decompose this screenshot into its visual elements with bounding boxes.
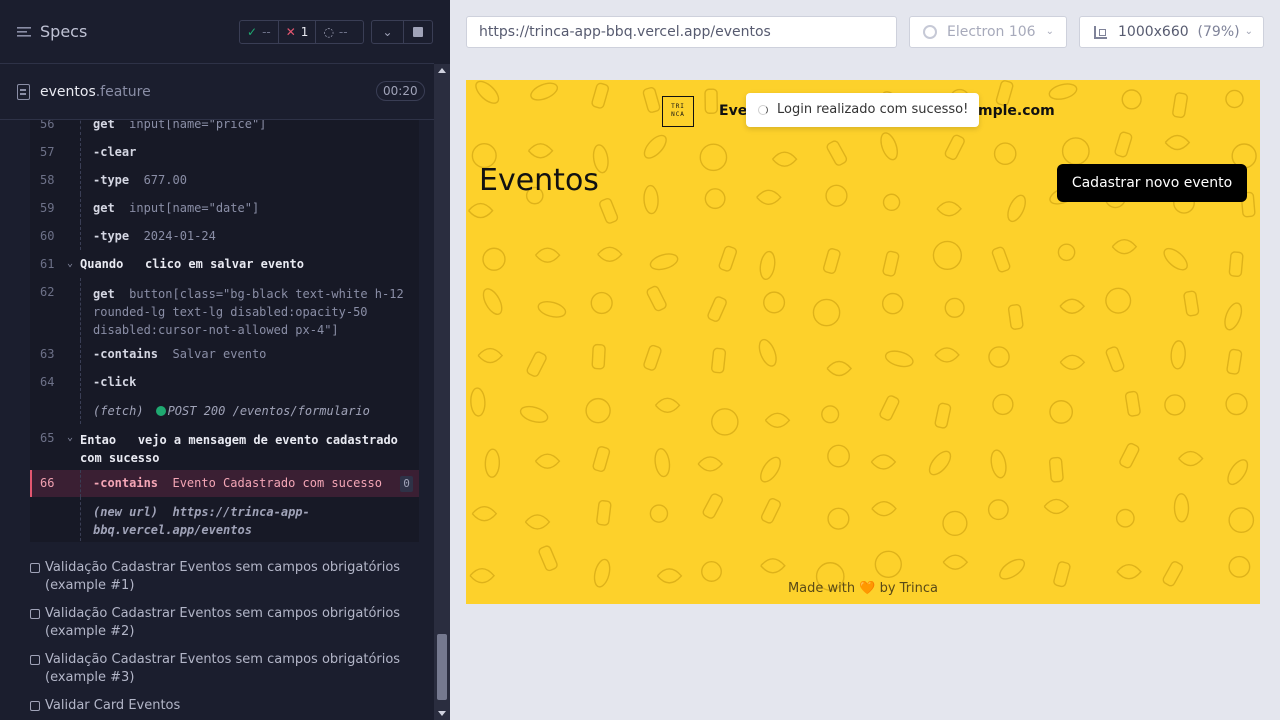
failed-command-row[interactable]: 66 -contains Evento Cadastrado com suces…	[30, 470, 419, 497]
new-url-event-row[interactable]: (new url) https://trinca-app-bbq.vercel.…	[30, 497, 419, 541]
viewport-selector[interactable]: 1000x660 (79%) ⌄	[1079, 16, 1264, 48]
scroll-up-icon[interactable]	[438, 68, 446, 73]
add-event-button[interactable]: Cadastrar novo evento	[1057, 164, 1247, 202]
command-row[interactable]: 59 get input[name="date"]	[30, 194, 419, 222]
pending-circle-icon: ◌	[323, 25, 334, 39]
reporter-header: Specs ✓ -- ✕ 1 ◌ -- ⌄	[0, 0, 434, 64]
chevron-down-icon: ⌄	[382, 25, 393, 39]
specs-list-icon[interactable]	[17, 25, 31, 39]
checkbox-icon	[30, 655, 40, 665]
checkbox-icon	[30, 563, 40, 573]
test-item[interactable]: Validação Cadastrar Eventos sem campos o…	[30, 605, 410, 641]
chevron-down-icon: ⌄	[1244, 26, 1253, 37]
failed-stat: ✕ 1	[279, 21, 316, 43]
command-row[interactable]: 58 -type 677.00	[30, 166, 419, 194]
command-row[interactable]: 57 -clear	[30, 138, 419, 166]
checkbox-icon	[30, 701, 40, 711]
scroll-thumb[interactable]	[437, 634, 447, 700]
command-row[interactable]: 64 -click	[30, 368, 419, 396]
scroll-down-icon[interactable]	[438, 711, 446, 716]
chevron-down-icon[interactable]: ⌄	[67, 258, 73, 269]
reporter-panel: Specs ✓ -- ✕ 1 ◌ -- ⌄ eventos.feature 00…	[0, 0, 450, 720]
test-stats: ✓ -- ✕ 1 ◌ --	[239, 20, 364, 44]
fetch-event-row[interactable]: (fetch) POST 200 /eventos/formulario	[30, 396, 419, 424]
passed-stat: ✓ --	[240, 21, 278, 43]
failed-count: 1	[300, 25, 309, 39]
options-dropdown-button[interactable]: ⌄	[371, 20, 404, 44]
stop-icon	[413, 27, 423, 37]
chevron-down-icon[interactable]: ⌄	[67, 432, 73, 443]
app-under-test: TRI NCA Eve mple.com Login realizado com …	[466, 80, 1260, 604]
element-count-badge: 0	[400, 476, 413, 492]
nav-events-link[interactable]: Eve	[719, 103, 747, 119]
test-item[interactable]: Validar Card Eventos	[30, 697, 410, 715]
nav-user-email: mple.com	[978, 103, 1055, 119]
x-icon: ✕	[285, 25, 296, 39]
trinca-logo[interactable]: TRI NCA	[662, 96, 694, 127]
reporter-scrollbar[interactable]	[434, 64, 450, 720]
command-log: 56 get input[name="price"] 57 -clear 58 …	[30, 120, 419, 542]
viewport-resize-icon	[1094, 26, 1107, 39]
spec-duration: 00:20	[376, 81, 425, 101]
page-title: Eventos	[479, 163, 599, 198]
passed-count: --	[262, 25, 271, 39]
spinner-icon	[758, 105, 768, 115]
check-icon: ✓	[247, 25, 258, 39]
document-icon	[17, 84, 30, 100]
test-item[interactable]: Validação Cadastrar Eventos sem campos o…	[30, 651, 410, 687]
browser-selector[interactable]: Electron 106 ⌄	[909, 16, 1067, 48]
command-row[interactable]: 63 -contains Salvar evento	[30, 340, 419, 368]
command-row[interactable]: 62 get button[class="bg-black text-white…	[30, 278, 419, 340]
pending-stat: ◌ --	[316, 21, 354, 43]
electron-icon	[923, 25, 937, 39]
spec-file-header: eventos.feature 00:20	[0, 65, 434, 120]
stop-button[interactable]	[403, 20, 433, 44]
test-item[interactable]: Validação Cadastrar Eventos sem campos o…	[30, 559, 410, 595]
chevron-down-icon: ⌄	[1045, 26, 1054, 37]
step-row[interactable]: 61 ⌄ Quando clico em salvar evento	[30, 250, 419, 278]
heart-icon: 🧡	[859, 581, 876, 596]
url-bar[interactable]: https://trinca-app-bbq.vercel.app/evento…	[466, 16, 897, 48]
command-row[interactable]: 56 get input[name="price"]	[30, 120, 419, 135]
checkbox-icon	[30, 609, 40, 619]
specs-title[interactable]: Specs	[40, 22, 87, 41]
command-row[interactable]: 60 -type 2024-01-24	[30, 222, 419, 250]
success-dot-icon	[155, 406, 166, 416]
spec-file-name[interactable]: eventos.feature	[40, 84, 151, 100]
app-footer: Made with 🧡 by Trinca	[787, 581, 939, 596]
login-success-toast: Login realizado com sucesso!	[746, 93, 979, 127]
step-row[interactable]: 65 ⌄ Entao vejo a mensagem de evento cad…	[30, 424, 419, 468]
pending-count: --	[338, 25, 348, 39]
food-doodle-background	[468, 80, 1257, 591]
